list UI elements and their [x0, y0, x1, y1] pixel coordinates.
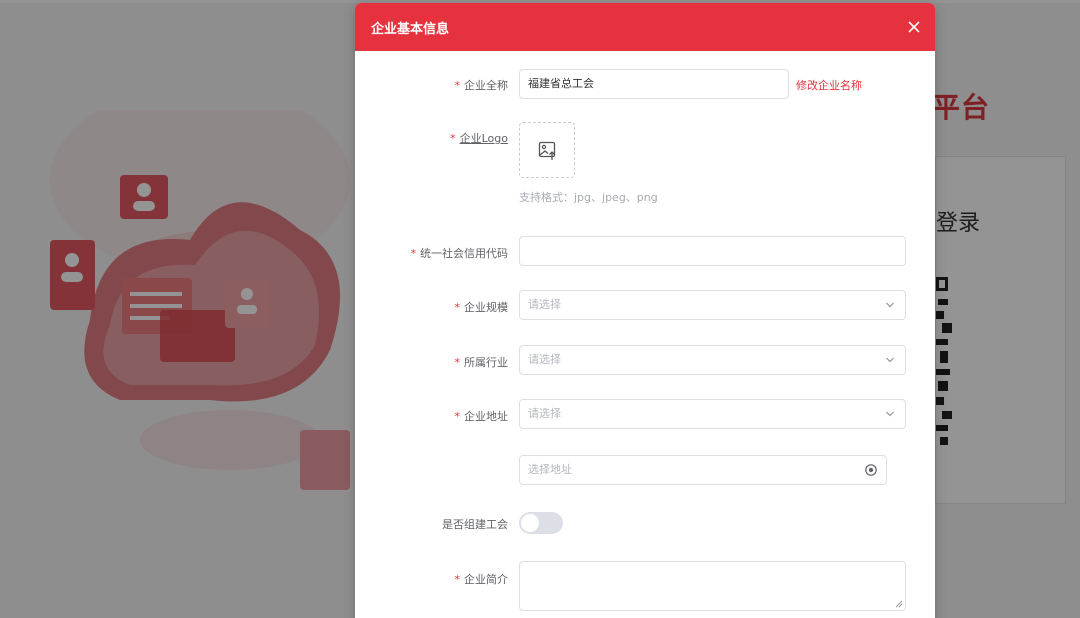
industry-label: * 所属行业: [454, 356, 509, 369]
company-size-select[interactable]: 请选择: [519, 290, 906, 320]
chevron-down-icon: [886, 411, 894, 417]
chevron-down-icon: [886, 357, 894, 363]
dialog-header: 企业基本信息: [355, 3, 935, 51]
address-detail-input[interactable]: 选择地址: [519, 455, 887, 485]
resize-handle-icon[interactable]: [895, 600, 903, 608]
switch-knob: [521, 514, 539, 532]
company-logo-label: * 企业Logo: [450, 132, 508, 145]
chevron-down-icon: [886, 302, 894, 308]
has-union-switch[interactable]: [519, 512, 563, 534]
edit-company-name-link[interactable]: 修改企业名称: [796, 77, 862, 93]
company-name-input[interactable]: 福建省总工会: [519, 69, 789, 99]
location-icon[interactable]: [864, 463, 878, 477]
company-intro-textarea[interactable]: [519, 561, 906, 611]
logo-format-tip: 支持格式：jpg、jpeg、png: [519, 191, 658, 204]
credit-code-input[interactable]: [519, 236, 906, 266]
industry-select[interactable]: 请选择: [519, 345, 906, 375]
company-info-dialog: 企业基本信息 * 企业全称 福建省总工会 修改企业名称 * 企业Logo 支持格式：…: [355, 3, 935, 618]
company-size-label: * 企业规模: [454, 301, 509, 314]
dialog-title: 企业基本信息: [371, 22, 450, 37]
image-upload-icon: [538, 141, 556, 160]
logo-upload-box[interactable]: [519, 122, 575, 178]
has-union-label: 是否组建工会: [442, 518, 508, 531]
company-address-select[interactable]: 请选择: [519, 399, 906, 429]
close-icon[interactable]: [901, 14, 927, 40]
credit-code-label: * 统一社会信用代码: [410, 247, 509, 260]
company-intro-label: * 企业简介: [454, 573, 509, 586]
company-name-label: * 企业全称: [454, 79, 509, 92]
company-address-label: * 企业地址: [454, 410, 509, 423]
